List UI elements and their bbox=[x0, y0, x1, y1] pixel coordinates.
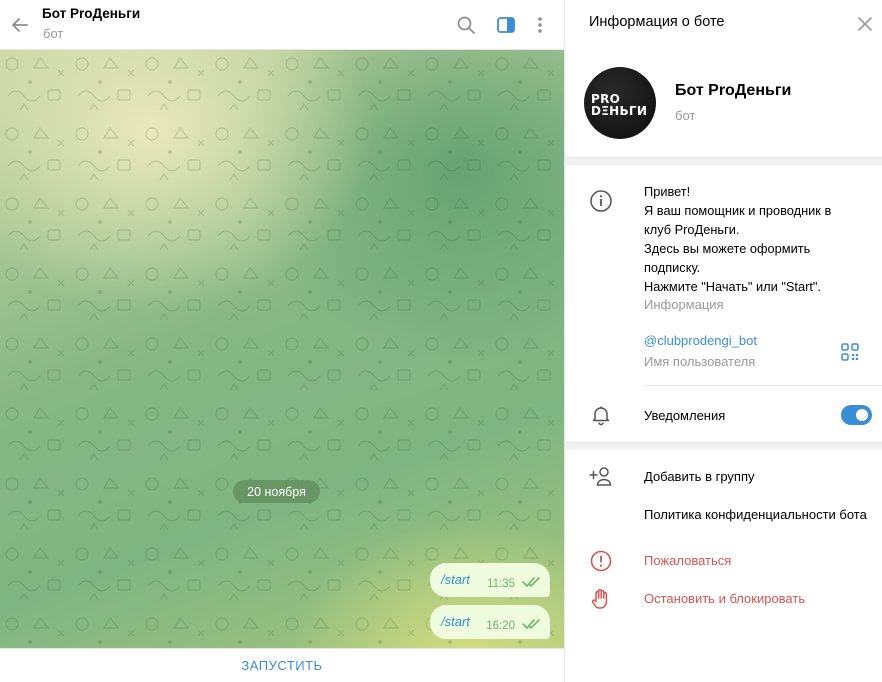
search-icon bbox=[457, 16, 475, 34]
username-link[interactable]: @clubprodengi_bot bbox=[644, 333, 757, 348]
add-user-icon bbox=[589, 467, 612, 486]
toggle-knob bbox=[854, 407, 870, 423]
back-button[interactable] bbox=[6, 11, 34, 39]
chat-title[interactable]: Бот ProДеньги bbox=[42, 6, 140, 21]
doodle-pattern bbox=[0, 50, 564, 648]
profile-subtitle: бот bbox=[675, 108, 696, 123]
description-line: Здесь вы можете оформить bbox=[644, 241, 811, 256]
avatar[interactable]: PRO DΞНЬГИ bbox=[584, 67, 656, 139]
start-bot-label: ЗАПУСТИТЬ bbox=[241, 658, 323, 673]
divider bbox=[644, 385, 882, 386]
message-text[interactable]: /start bbox=[441, 572, 470, 587]
start-bot-button[interactable]: ЗАПУСТИТЬ bbox=[0, 648, 564, 682]
bell-icon bbox=[592, 406, 610, 426]
chat-column: Бот ProДеньги бот 20 ноября /start 11:35… bbox=[0, 0, 564, 682]
message-time: 16:20 bbox=[486, 620, 515, 632]
description-line: Нажмите "Начать" или "Start". bbox=[644, 279, 821, 294]
bot-info-panel: Информация о боте PRO DΞНЬГИ Бот ProДень… bbox=[564, 0, 882, 682]
description-line: клуб ProДеньги. bbox=[644, 222, 740, 237]
close-panel-button[interactable] bbox=[853, 12, 877, 36]
double-check-icon bbox=[522, 577, 540, 587]
message-text[interactable]: /start bbox=[441, 614, 470, 629]
avatar-logo-line2: DΞНЬГИ bbox=[591, 104, 648, 118]
report-button[interactable]: Пожаловаться bbox=[644, 553, 731, 568]
description-label: Информация bbox=[644, 297, 724, 312]
bot-description: Привет! Я ваш помощник и проводник в клу… bbox=[644, 182, 880, 296]
description-line: Я ваш помощник и проводник в bbox=[644, 203, 832, 218]
date-badge: 20 ноября bbox=[233, 480, 320, 503]
chat-header: Бот ProДеньги бот bbox=[0, 0, 564, 50]
message-bubble[interactable]: /start 11:35 bbox=[430, 563, 550, 597]
description-line: Привет! bbox=[644, 184, 691, 199]
panel-title: Информация о боте bbox=[589, 14, 725, 30]
username-label: Имя пользователя bbox=[644, 354, 756, 369]
message-bubble[interactable]: /start 16:20 bbox=[430, 605, 550, 639]
notifications-label: Уведомления bbox=[644, 408, 726, 423]
privacy-policy-link[interactable]: Политика конфиденциальности бота bbox=[644, 507, 867, 522]
chat-background bbox=[0, 50, 564, 648]
more-vertical-icon bbox=[538, 17, 542, 33]
profile-name: Бот ProДеньги bbox=[675, 82, 792, 99]
more-button[interactable] bbox=[526, 11, 554, 39]
double-check-icon bbox=[522, 619, 540, 629]
section-separator bbox=[565, 442, 882, 450]
message-time: 11:35 bbox=[487, 578, 515, 590]
description-line: подписку. bbox=[644, 260, 701, 275]
notifications-toggle[interactable] bbox=[841, 405, 872, 425]
sidebar-toggle-icon bbox=[497, 17, 515, 33]
arrow-left-icon bbox=[12, 18, 28, 32]
stop-and-block-button[interactable]: Остановить и блокировать bbox=[644, 591, 805, 606]
search-button[interactable] bbox=[452, 11, 480, 39]
section-separator bbox=[565, 157, 882, 165]
sidebar-toggle-button[interactable] bbox=[492, 11, 520, 39]
info-icon bbox=[590, 190, 612, 212]
qr-code-icon[interactable] bbox=[839, 341, 861, 363]
chat-subtitle: бот bbox=[43, 26, 64, 41]
hand-stop-icon bbox=[591, 589, 608, 609]
close-icon bbox=[858, 17, 872, 31]
add-to-group-button[interactable]: Добавить в группу bbox=[644, 469, 755, 484]
report-icon bbox=[590, 550, 612, 572]
